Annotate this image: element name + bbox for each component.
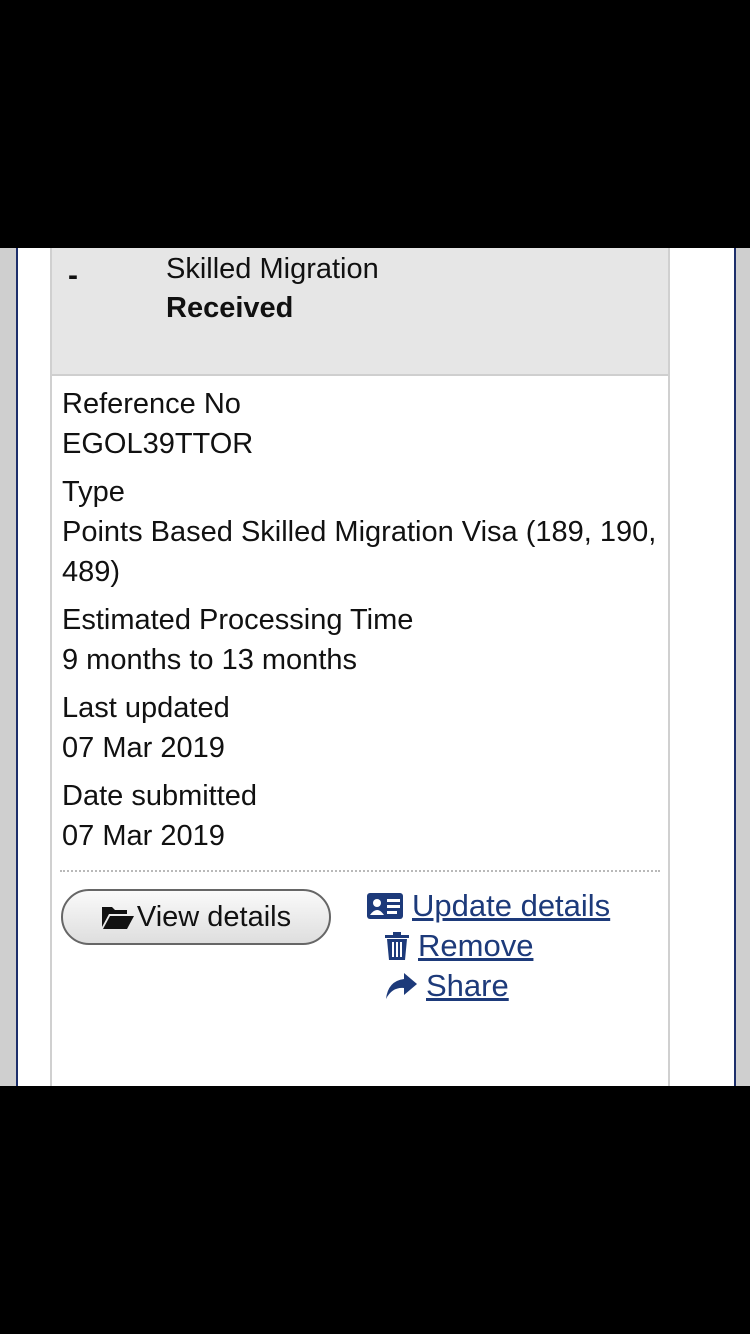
view-details-button[interactable]: View details [61, 889, 331, 945]
view-details-label: View details [136, 900, 292, 933]
trash-icon [385, 932, 409, 960]
processing-time-value: 9 months to 13 months [62, 644, 357, 676]
update-details-label: Update details [412, 888, 611, 923]
application-fields: Reference No EGOL39TTOR Type Points Base… [52, 376, 668, 856]
type-value: Points Based Skilled Migration Visa (189… [62, 516, 657, 588]
share-link[interactable]: Share [384, 968, 509, 1004]
share-label: Share [426, 968, 509, 1003]
date-submitted-value: 07 Mar 2019 [62, 820, 225, 852]
page-viewport: - Skilled Migration Received Reference N… [0, 248, 750, 1086]
folder-open-icon [101, 907, 134, 929]
application-header[interactable]: - Skilled Migration Received [52, 248, 668, 376]
id-card-icon [367, 893, 403, 919]
application-title: Skilled Migration [166, 253, 379, 285]
remove-label: Remove [418, 928, 534, 963]
collapse-icon[interactable]: - [68, 256, 78, 296]
application-status: Received [166, 292, 294, 324]
reference-value: EGOL39TTOR [62, 428, 254, 460]
remove-link[interactable]: Remove [384, 928, 533, 964]
type-label: Type [62, 476, 125, 508]
date-submitted-label: Date submitted [62, 780, 258, 812]
last-updated-value: 07 Mar 2019 [62, 732, 225, 764]
share-arrow-icon [386, 973, 417, 999]
last-updated-label: Last updated [62, 692, 230, 724]
application-actions: View details Update details Remove Share [52, 872, 668, 1022]
left-frame [0, 248, 18, 1086]
update-details-link[interactable]: Update details [366, 888, 610, 924]
processing-time-label: Estimated Processing Time [62, 604, 414, 636]
right-frame [734, 248, 750, 1086]
reference-label: Reference No [62, 388, 241, 420]
application-card: - Skilled Migration Received Reference N… [50, 248, 670, 1086]
